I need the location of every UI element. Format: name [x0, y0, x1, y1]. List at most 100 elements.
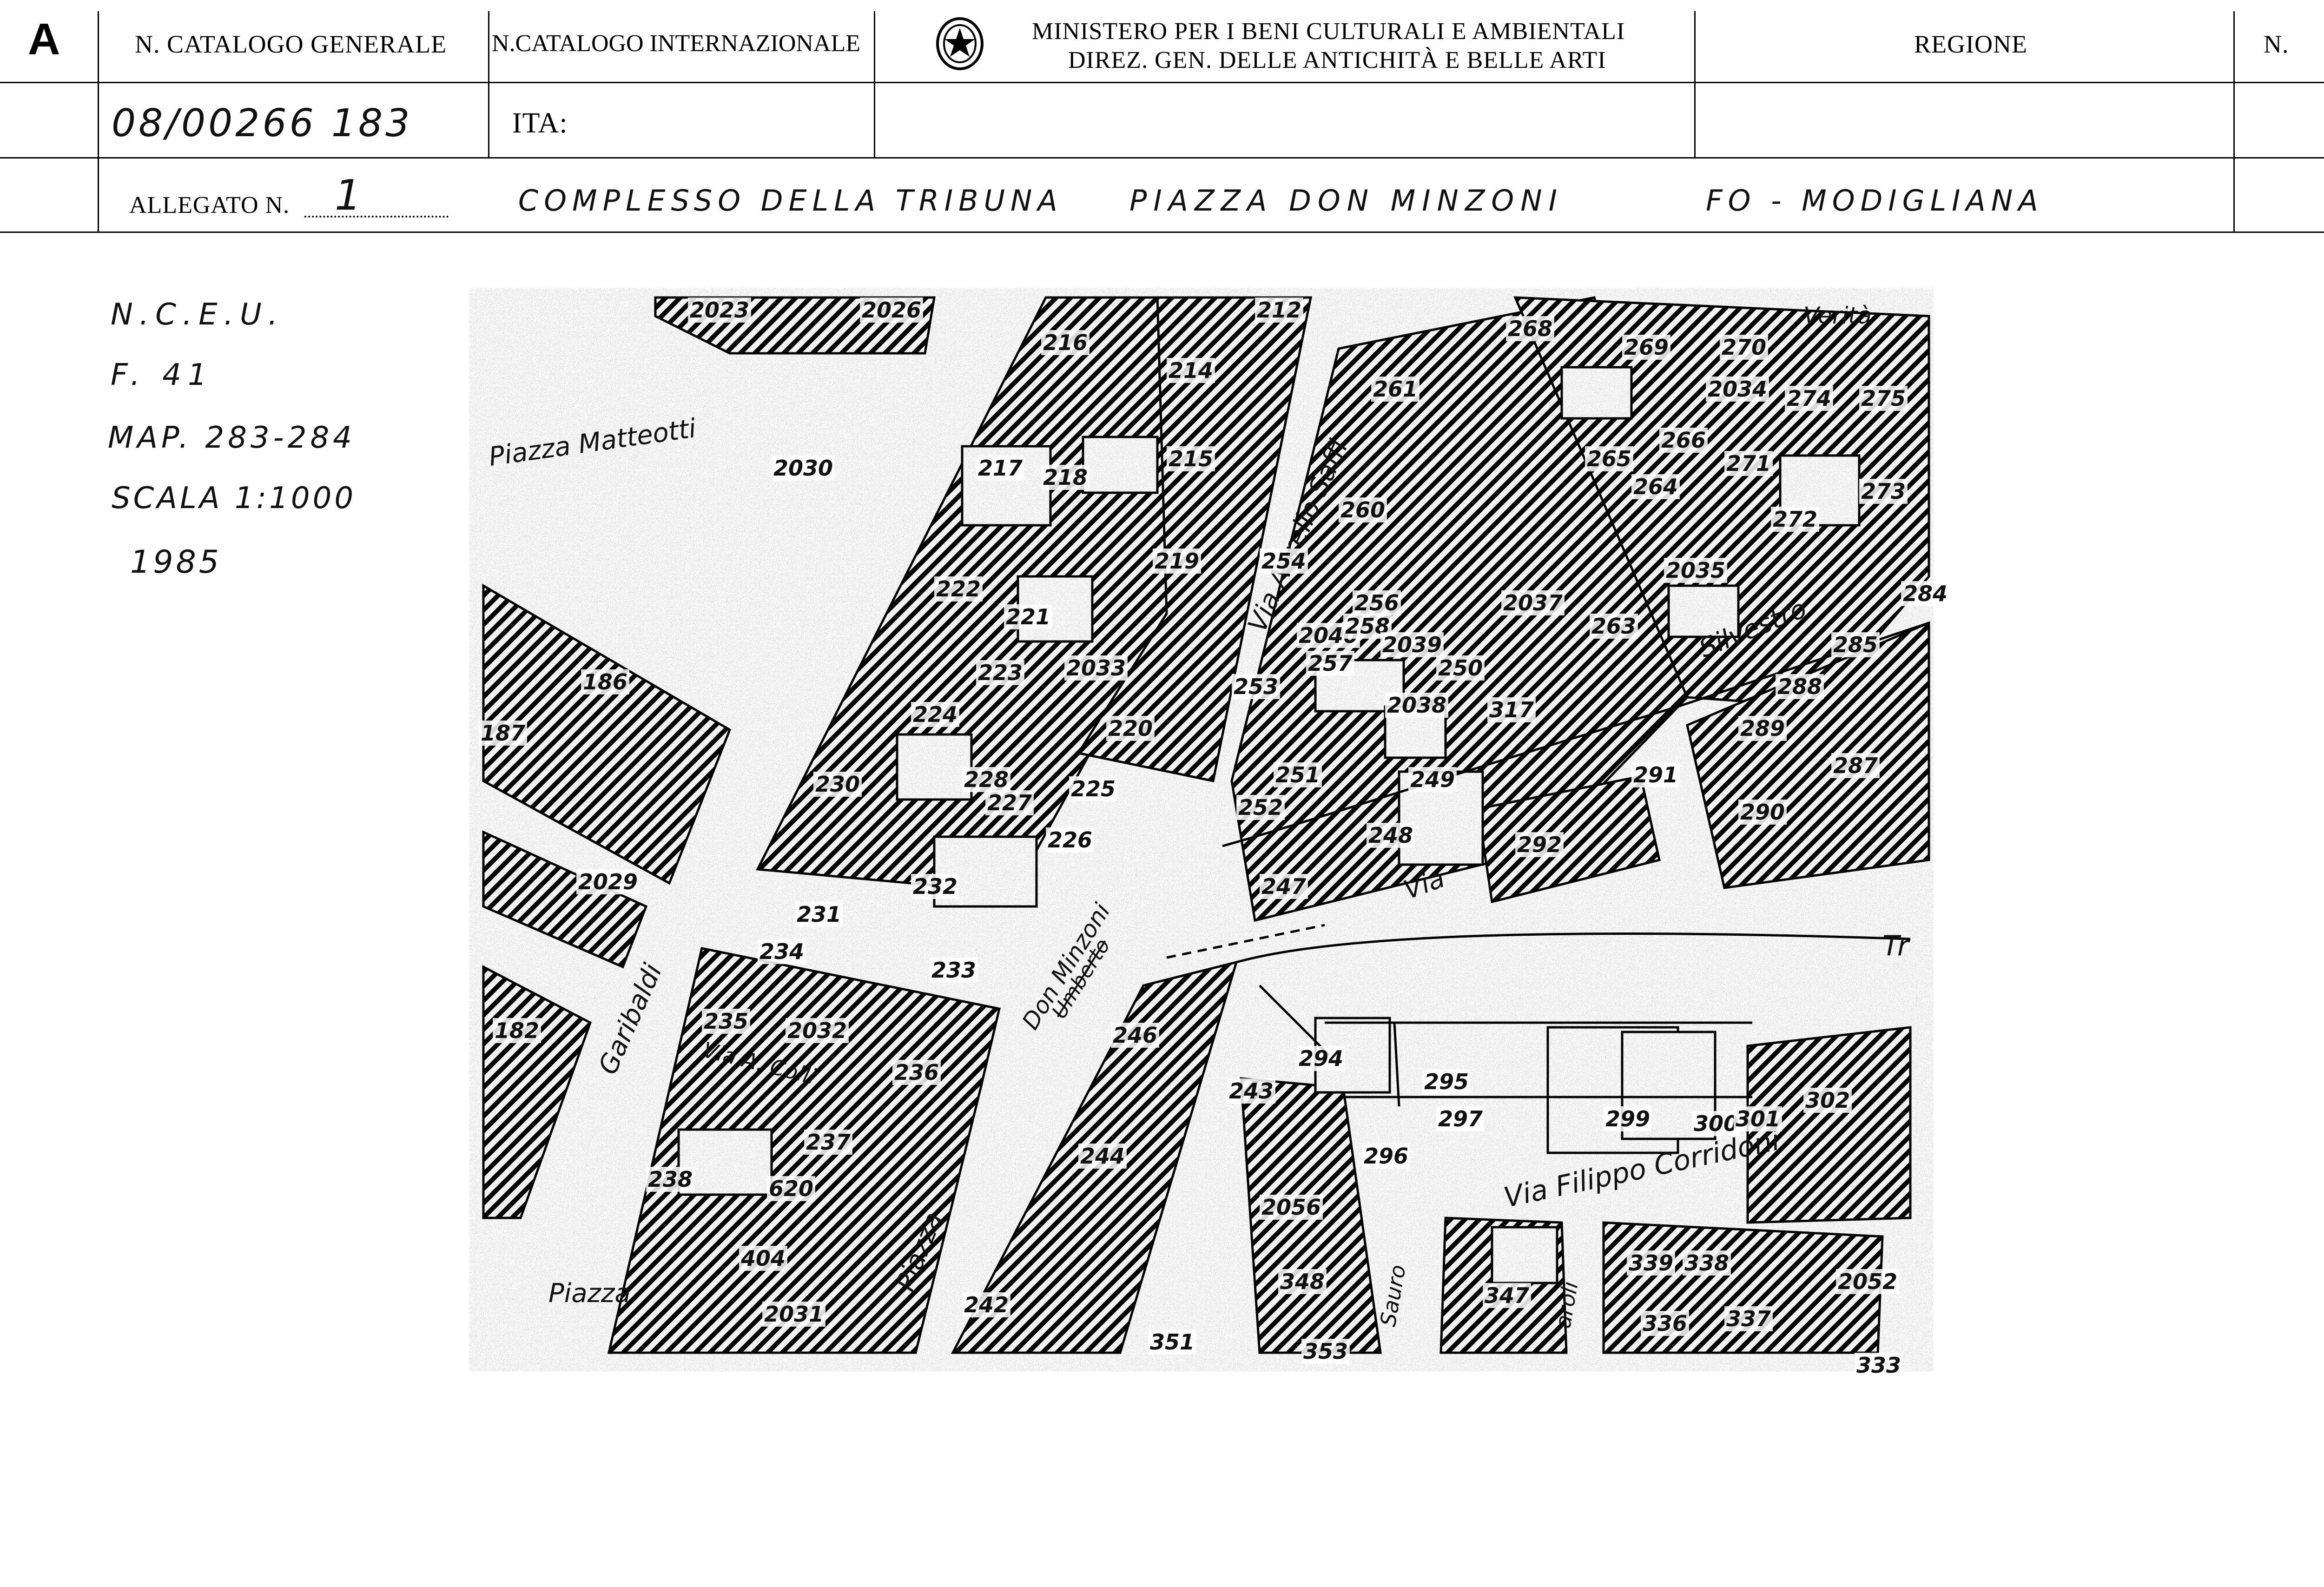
parcel-number: 212 [1255, 298, 1304, 323]
parcel-number: 230 [813, 772, 862, 797]
parcel-number: 219 [1153, 549, 1202, 574]
parcel-number: 333 [1855, 1353, 1903, 1378]
parcel-number: 301 [1734, 1106, 1783, 1131]
place-text: FO - MODIGLIANA [1706, 184, 2044, 218]
parcel-number: 254 [1260, 549, 1308, 574]
parcel-number: 251 [1274, 762, 1322, 787]
parcel-number: 337 [1724, 1306, 1773, 1331]
parcel-number: 271 [1724, 451, 1773, 476]
parcel-number: 2033 [1064, 655, 1128, 681]
parcel-number: 287 [1831, 753, 1880, 778]
parcel-number: 243 [1227, 1078, 1276, 1104]
parcel-number: 404 [739, 1246, 788, 1271]
parcel-number: 257 [1306, 651, 1355, 676]
header-rule-top [0, 82, 2324, 83]
parcel-number: 292 [1515, 832, 1564, 857]
street-tr: Tr [1882, 930, 1909, 962]
parcel-number: 270 [1720, 335, 1769, 360]
cadastral-map: Piazza Matteotti Via Aurelio Saffi Silve… [469, 288, 1950, 1378]
parcel-number: 2029 [576, 869, 640, 894]
parcel-number: 182 [493, 1018, 541, 1043]
parcel-number: 336 [1641, 1311, 1690, 1336]
parcel-number: 260 [1339, 497, 1387, 522]
parcel-number: 256 [1353, 590, 1401, 615]
parcel-number: 2034 [1706, 377, 1769, 402]
regione-header: REGIONE [1914, 30, 2027, 58]
parcel-number: 294 [1297, 1046, 1346, 1071]
parcel-number: 232 [911, 874, 960, 899]
parcel-number: 223 [976, 660, 1025, 685]
parcel-number: 263 [1590, 614, 1638, 639]
parcel-number: 253 [1232, 674, 1281, 699]
catalogo-generale-header: N. CATALOGO GENERALE [135, 30, 447, 58]
parcel-number: 234 [758, 939, 806, 964]
n-header: N. [2264, 30, 2289, 58]
parcel-number: 220 [1106, 716, 1155, 741]
parcel-number: 224 [911, 702, 960, 727]
parcel-number: 297 [1436, 1106, 1485, 1131]
ita-label: ITA: [512, 107, 568, 139]
parcel-number: 620 [767, 1176, 816, 1201]
parcel-number: 187 [479, 721, 528, 746]
catalogo-internazionale-header: N.CATALOGO INTERNAZIONALE [492, 30, 861, 57]
header-rule-bottom [0, 231, 2324, 233]
parcel-number: 2056 [1260, 1195, 1323, 1220]
parcel-number: 351 [1148, 1329, 1197, 1355]
parcel-number: 222 [934, 576, 983, 602]
parcel-number: 249 [1408, 767, 1457, 792]
parcel-number: 250 [1436, 655, 1485, 681]
parcel-number: 273 [1859, 479, 1908, 504]
parcel-number: 269 [1622, 335, 1671, 360]
parcel-number: 353 [1301, 1339, 1350, 1364]
note-year: 1985 [130, 544, 222, 581]
parcel-number: 2026 [860, 298, 924, 323]
parcel-number: 235 [702, 1009, 751, 1034]
parcel-number: 347 [1483, 1283, 1532, 1308]
parcel-number: 228 [962, 767, 1011, 792]
parcel-number: 227 [985, 790, 1034, 815]
parcel-number: 247 [1260, 874, 1308, 899]
location-text: PIAZZA DON MINZONI [1129, 184, 1564, 218]
header-divider-2 [488, 11, 489, 158]
parcel-number: 218 [1041, 465, 1090, 490]
parcel-number: 217 [976, 456, 1025, 481]
parcel-number: 233 [930, 958, 978, 983]
parcel-number: 246 [1111, 1023, 1160, 1048]
form-letter: A [28, 14, 60, 64]
parcel-number: 302 [1803, 1088, 1852, 1113]
parcel-number: 2035 [1664, 558, 1728, 583]
parcel-number: 244 [1078, 1144, 1127, 1169]
parcel-number: 216 [1041, 330, 1090, 355]
parcel-number: 299 [1604, 1106, 1652, 1131]
parcel-number: 2039 [1380, 632, 1444, 657]
catalogo-generale-value: 08/00266 183 [112, 101, 413, 145]
ministry-line-2: DIREZ. GEN. DELLE ANTICHITÀ E BELLE ARTI [1068, 47, 1606, 73]
parcel-number: 2030 [772, 456, 835, 481]
allegato-value: 1 [335, 171, 362, 220]
parcel-number: 339 [1627, 1250, 1676, 1276]
parcel-number: 238 [646, 1167, 695, 1192]
parcel-number: 265 [1585, 446, 1634, 471]
parcel-number: 231 [795, 902, 844, 927]
note-mappali: MAP. 283-284 [108, 421, 356, 455]
parcel-number: 225 [1069, 776, 1118, 801]
parcel-number: 226 [1046, 827, 1095, 853]
parcel-number: 348 [1278, 1269, 1327, 1294]
parcel-number: 291 [1631, 762, 1680, 787]
parcel-number: 242 [962, 1292, 1011, 1317]
parcel-number: 274 [1785, 386, 1834, 411]
parcel-number: 295 [1422, 1069, 1471, 1094]
parcel-number: 252 [1236, 795, 1285, 820]
parcel-number: 214 [1167, 358, 1215, 383]
parcel-number: 338 [1683, 1250, 1731, 1276]
emblem-icon [936, 17, 984, 70]
parcel-number: 317 [1487, 697, 1536, 722]
parcel-number: 284 [1901, 581, 1950, 606]
parcel-number: 296 [1362, 1144, 1411, 1169]
parcel-number: 285 [1831, 632, 1880, 657]
parcel-number: 264 [1631, 474, 1680, 499]
header-divider-1 [98, 11, 99, 232]
parcel-number: 300 [1692, 1111, 1741, 1136]
parcel-number: 266 [1659, 428, 1708, 453]
parcel-number: 268 [1506, 316, 1555, 341]
